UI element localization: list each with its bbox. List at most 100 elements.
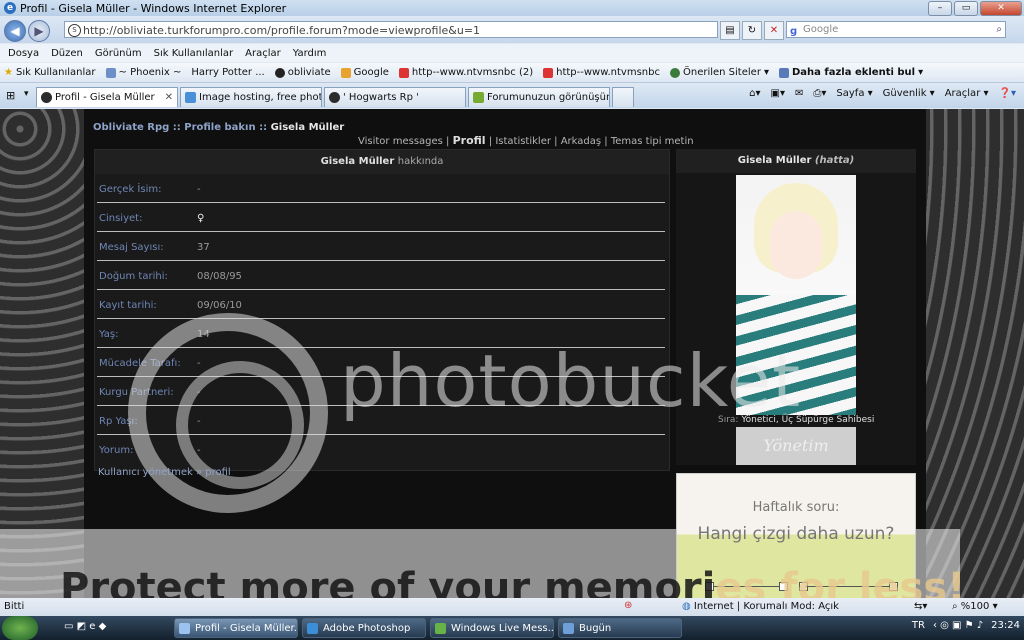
fav-item-google[interactable]: Google xyxy=(340,67,389,78)
tray-icons[interactable]: ‹ ◎ ▣ ⚑ ♪ xyxy=(933,620,983,631)
fav-label: Harry Potter ... xyxy=(191,67,265,78)
zoom-control[interactable]: ⌕ %100 ▾ xyxy=(952,601,998,612)
mail-icon[interactable]: ✉ xyxy=(795,88,803,99)
subnav-contact[interactable]: Temas tipi metin xyxy=(611,136,694,147)
refresh-icon[interactable]: ↻ xyxy=(742,21,762,40)
help-icon[interactable]: ❓▾ xyxy=(999,88,1016,99)
tab-profil[interactable]: Profil - Gisela Müller ✕ xyxy=(36,87,178,107)
taskbar-label: Bugün xyxy=(579,623,612,634)
field-label: Yorum: xyxy=(99,445,134,456)
print-icon[interactable]: ⎙▾ xyxy=(813,88,826,99)
search-icon[interactable]: ⌕ xyxy=(996,22,1002,38)
tools-menu-label: Araçlar xyxy=(944,88,981,99)
clock[interactable]: 23:24 xyxy=(991,620,1020,631)
fav-label: http--www.ntvmsnbc (2) xyxy=(411,67,534,78)
tab-label: Profil - Gisela Müller xyxy=(55,92,155,103)
breadcrumb-sep: :: xyxy=(172,122,181,133)
page-viewport: Obliviate Rpg :: Profile bakın :: Gisela… xyxy=(0,109,1024,599)
ie-icon xyxy=(179,623,190,634)
close-tab-icon[interactable]: ✕ xyxy=(165,88,173,107)
about-header: Gisela Müller hakkında xyxy=(95,150,669,174)
tab-forum-appearance[interactable]: Forumunuzun görünüşün... xyxy=(468,87,610,107)
subnav-stats[interactable]: Istatistikler xyxy=(495,136,551,147)
quick-tabs-icon[interactable]: ⊞ xyxy=(6,89,15,102)
security-zone[interactable]: ◍ Internet | Korumalı Mod: Açık xyxy=(682,601,839,612)
addon-status-icon[interactable]: ⇆▾ xyxy=(914,601,927,612)
suggested-icon xyxy=(669,67,680,78)
fav-item-ntvmsnbc-2[interactable]: http--www.ntvmsnbc (2) xyxy=(398,67,534,78)
address-input[interactable]: S http://obliviate.turkforumpro.com/prof… xyxy=(64,21,718,38)
safety-menu-label: Güvenlik xyxy=(882,88,927,99)
menu-tools[interactable]: Araçlar xyxy=(245,48,281,59)
rank-image: Yönetim xyxy=(736,427,856,465)
fav-item-obliviate[interactable]: obliviate xyxy=(274,67,331,78)
fav-item-suggested-sites[interactable]: Önerilen Siteler ▾ xyxy=(669,67,769,78)
home-icon[interactable]: ⌂▾ xyxy=(749,88,760,99)
site-icon xyxy=(274,67,285,78)
quick-launch-icons[interactable]: ▭ ◩ e ◆ xyxy=(64,621,106,632)
breadcrumb: Obliviate Rpg :: Profile bakın :: Gisela… xyxy=(93,122,344,133)
subnav-friends[interactable]: Arkadaş xyxy=(561,136,601,147)
breadcrumb-sep: :: xyxy=(259,122,268,133)
field-label: Kayıt tarihi: xyxy=(99,300,157,311)
profile-row: Gerçek İsim: - xyxy=(97,174,665,203)
stop-icon[interactable]: ✕ xyxy=(764,21,784,40)
fav-item-more-addons[interactable]: Daha fazla eklenti bul ▾ xyxy=(778,67,923,78)
menu-duzen[interactable]: Düzen xyxy=(51,48,83,59)
tab-label: Image hosting, free photo ... xyxy=(199,92,321,103)
tab-hogwarts[interactable]: ' Hogwarts Rp ' xyxy=(324,87,466,107)
minimize-button[interactable]: – xyxy=(928,1,952,16)
tab-image-hosting[interactable]: Image hosting, free photo ... xyxy=(180,87,322,107)
google-icon xyxy=(340,67,351,78)
tools-menu[interactable]: Araçlar ▾ xyxy=(945,88,989,99)
language-indicator[interactable]: TR xyxy=(912,620,925,631)
window-titlebar: e Profil - Gisela Müller - Windows Inter… xyxy=(0,0,1024,16)
close-window-button[interactable]: ✕ xyxy=(980,1,1022,16)
watermark-banner-text: Protect more of your memories for less! xyxy=(60,565,965,599)
page-menu[interactable]: Sayfa ▾ xyxy=(836,88,872,99)
page-icon xyxy=(105,67,116,78)
menu-help[interactable]: Yardım xyxy=(293,48,327,59)
taskbar-item-photoshop[interactable]: Adobe Photoshop xyxy=(302,618,426,638)
new-tab-button[interactable] xyxy=(612,87,634,107)
subnav-visitor-messages[interactable]: Visitor messages xyxy=(358,136,443,147)
menu-dosya[interactable]: Dosya xyxy=(8,48,39,59)
taskbar-item-ie[interactable]: Profil - Gisela Müller... xyxy=(174,618,298,638)
taskbar-item-messenger[interactable]: Windows Live Mess... xyxy=(430,618,554,638)
start-button[interactable] xyxy=(2,616,38,640)
google-icon: g xyxy=(790,26,798,37)
manage-user-link[interactable]: Kullanıcı yönetmek » profil xyxy=(98,467,231,478)
photoshop-icon xyxy=(307,623,318,634)
field-label: Mesaj Sayısı: xyxy=(99,242,164,253)
tab-list-icon[interactable]: ▾ xyxy=(24,89,29,99)
banner-text-main: Protect more of your memori xyxy=(60,565,716,599)
favorites-button[interactable]: ★ Sık Kullanılanlar xyxy=(4,67,96,78)
user-card-name: Gisela Müller xyxy=(737,155,812,166)
compat-icon[interactable]: ▤ xyxy=(720,21,740,40)
forward-button[interactable]: ▶ xyxy=(28,20,50,42)
fav-item-harry-potter[interactable]: Harry Potter ... xyxy=(191,67,264,78)
popup-blocker-icon[interactable]: ⊛ xyxy=(624,600,632,611)
feeds-icon[interactable]: ▣▾ xyxy=(771,88,785,99)
breadcrumb-section[interactable]: Profile bakın xyxy=(184,122,255,133)
breadcrumb-site[interactable]: Obliviate Rpg xyxy=(93,122,169,133)
fav-item-phoenix[interactable]: ~ Phoenix ~ xyxy=(105,67,181,78)
subnav-profil[interactable]: Profil xyxy=(453,134,486,147)
safety-menu[interactable]: Güvenlik ▾ xyxy=(883,88,935,99)
window-title: Profil - Gisela Müller - Windows Interne… xyxy=(20,1,287,15)
field-label: Gerçek İsim: xyxy=(99,184,162,195)
zone-text: Internet | Korumalı Mod: Açık xyxy=(693,601,839,612)
fav-label: Önerilen Siteler xyxy=(682,67,761,78)
avatar-face xyxy=(770,211,822,279)
menu-gorunum[interactable]: Görünüm xyxy=(95,48,142,59)
banner-text-highlight: es for less! xyxy=(715,565,966,599)
search-input[interactable]: g Google ⌕ xyxy=(786,21,1006,38)
msnbc-icon xyxy=(398,67,409,78)
taskbar-item-bugun[interactable]: Bugün xyxy=(558,618,682,638)
menu-favorites[interactable]: Sık Kullanılanlar xyxy=(154,48,234,59)
window-controls: – ▭ ✕ xyxy=(928,1,1022,16)
back-button[interactable]: ◀ xyxy=(4,20,26,42)
maximize-button[interactable]: ▭ xyxy=(954,1,978,16)
fav-item-ntvmsnbc[interactable]: http--www.ntvmsnbc xyxy=(543,67,660,78)
favorites-label: Sık Kullanılanlar xyxy=(15,67,96,78)
